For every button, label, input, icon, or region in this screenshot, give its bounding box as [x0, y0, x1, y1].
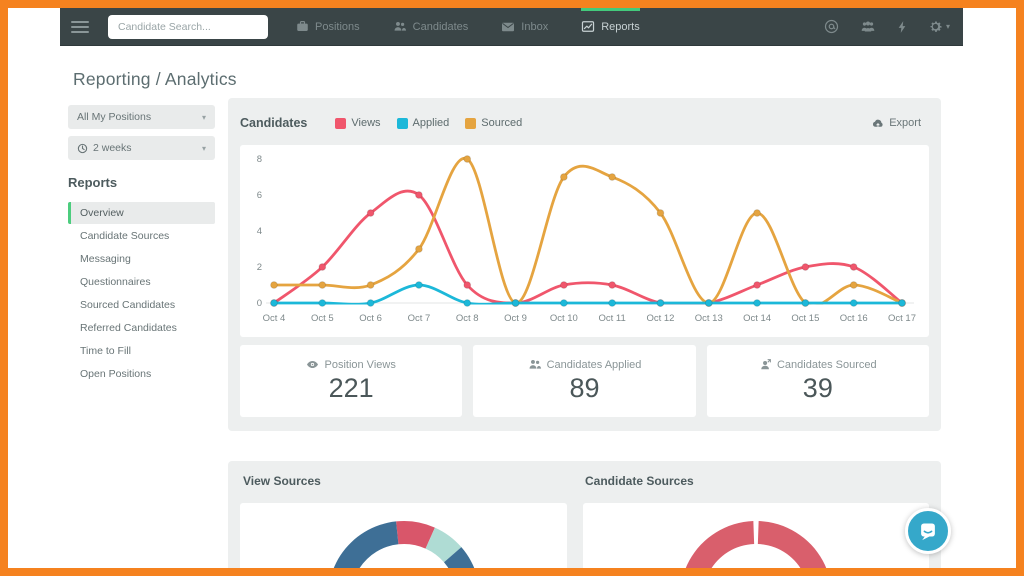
- stat-label: Candidates Applied: [546, 358, 642, 371]
- stat-card-candidates-applied: Candidates Applied 89: [473, 345, 696, 417]
- reports-list: Overview Candidate Sources Messaging Questi…: [68, 202, 215, 385]
- candidate-sources-card: [583, 503, 929, 576]
- chart-legend: Views Applied Sourced: [335, 117, 522, 129]
- app-window: Positions Candidates Inbox Reports ▾ Report…: [0, 0, 1024, 576]
- overview-panel: Candidates Views Applied Sourced Export 0 2…: [228, 98, 941, 431]
- nav-items: Positions Candidates Inbox Reports: [296, 8, 640, 45]
- gear-button[interactable]: ▾: [928, 19, 950, 34]
- stat-card-candidates-sourced: Candidates Sourced 39: [706, 345, 929, 417]
- cloud-export-icon: [873, 119, 883, 127]
- at-icon: [824, 19, 839, 34]
- legend-title: Candidates: [240, 116, 308, 130]
- sidebar-item-questionnaires[interactable]: Questionnaires: [68, 271, 215, 293]
- top-navbar: Positions Candidates Inbox Reports ▾: [60, 8, 963, 46]
- team-icon: [860, 20, 876, 34]
- eye-icon: [306, 359, 319, 370]
- svg-text:Oct 12: Oct 12: [646, 313, 674, 324]
- stats-row: Position Views 221 Candidates Applied 89 Can…: [240, 345, 929, 417]
- clock-icon: [77, 143, 88, 154]
- svg-text:Oct 16: Oct 16: [840, 313, 868, 324]
- candidate-sources-title: Candidate Sources: [585, 474, 694, 488]
- svg-text:Oct 7: Oct 7: [408, 313, 431, 324]
- candidate-sources-donut-chart: [683, 521, 829, 576]
- stat-value: 39: [802, 373, 833, 403]
- svg-text:Oct 9: Oct 9: [504, 313, 527, 324]
- stat-card-position-views: Position Views 221: [240, 345, 463, 417]
- sidebar-item-candidate-sources[interactable]: Candidate Sources: [68, 225, 215, 247]
- svg-text:Oct 8: Oct 8: [456, 313, 479, 324]
- chevron-down-icon: ▾: [201, 143, 206, 153]
- chat-widget-button[interactable]: [905, 508, 951, 554]
- svg-text:Oct 13: Oct 13: [695, 313, 723, 324]
- legend-item-sourced: Sourced: [465, 117, 522, 129]
- page-title: Reporting / Analytics: [73, 68, 237, 89]
- gear-icon: [928, 19, 943, 34]
- lightning-icon: [897, 20, 907, 34]
- candidate-search-input[interactable]: [108, 15, 268, 39]
- chevron-down-icon: ▾: [201, 112, 206, 122]
- view-sources-card: [240, 503, 567, 576]
- candidates-line-chart: 0 2 4 6 8 Oct 4 Oct 5 Oct 6 Oct 7 Oct 8 Oct 9 Oct 1…: [257, 154, 916, 324]
- svg-text:Oct 4: Oct 4: [263, 313, 286, 324]
- candidates-line-chart-card: 0 2 4 6 8 Oct 4 Oct 5 Oct 6 Oct 7 Oct 8 Oct 9 Oct 1…: [240, 145, 929, 337]
- nav-item-reports[interactable]: Reports: [581, 8, 640, 45]
- sidebar-item-referred-candidates[interactable]: Referred Candidates: [68, 317, 215, 339]
- svg-text:Oct 5: Oct 5: [311, 313, 334, 324]
- chart-header: Candidates Views Applied Sourced Export: [240, 110, 927, 136]
- stat-label: Candidates Sourced: [776, 358, 877, 371]
- legend-swatch: [335, 117, 347, 129]
- legend-item-applied: Applied: [396, 117, 449, 129]
- nav-utility-icons: ▾: [824, 8, 950, 45]
- sidebar-item-open-positions[interactable]: Open Positions: [68, 363, 215, 385]
- filter-dropdown-2-weeks[interactable]: 2 weeks ▾: [68, 136, 215, 160]
- svg-text:0: 0: [257, 298, 262, 309]
- series-views: [272, 189, 904, 305]
- sidebar-item-overview[interactable]: Overview: [68, 202, 215, 224]
- reports-heading: Reports: [68, 175, 118, 190]
- team-button[interactable]: [860, 20, 876, 34]
- svg-text:4: 4: [257, 226, 262, 237]
- users-icon: [393, 20, 407, 33]
- legend-swatch: [465, 117, 477, 129]
- user-sourced-icon: [759, 358, 772, 371]
- stat-label: Position Views: [324, 358, 396, 371]
- lightning-button[interactable]: [897, 20, 907, 34]
- chevron-down-icon: ▾: [945, 22, 950, 31]
- svg-text:8: 8: [257, 154, 262, 165]
- chart-icon: [581, 20, 595, 33]
- export-button[interactable]: Export: [865, 116, 927, 131]
- at-button[interactable]: [824, 19, 839, 34]
- sidebar-item-messaging[interactable]: Messaging: [68, 248, 215, 270]
- hamburger-menu-icon[interactable]: [71, 8, 89, 45]
- nav-item-candidates[interactable]: Candidates: [393, 8, 468, 45]
- sources-panel: View Sources Candidate Sources: [228, 461, 941, 576]
- sidebar-filters: All My Positions ▾ 2 weeks ▾: [68, 105, 215, 160]
- briefcase-icon: [296, 20, 309, 33]
- users-icon: [528, 358, 542, 371]
- svg-text:Oct 14: Oct 14: [743, 313, 771, 324]
- svg-text:Oct 11: Oct 11: [599, 313, 626, 324]
- legend-item-views: Views: [335, 117, 381, 129]
- svg-text:2: 2: [257, 262, 262, 273]
- sidebar: All My Positions ▾ 2 weeks ▾ Reports Overvi…: [68, 105, 215, 386]
- stat-value: 221: [328, 372, 374, 403]
- svg-text:Oct 10: Oct 10: [550, 313, 578, 324]
- envelope-icon: [501, 21, 515, 33]
- stat-value: 89: [569, 373, 600, 403]
- svg-text:Oct 17: Oct 17: [888, 313, 916, 324]
- svg-text:Oct 15: Oct 15: [791, 313, 819, 324]
- nav-item-inbox[interactable]: Inbox: [501, 8, 548, 45]
- svg-text:6: 6: [257, 190, 262, 201]
- view-sources-title: View Sources: [243, 474, 321, 488]
- chat-bubble-icon: [921, 523, 935, 541]
- sidebar-item-time-to-fill[interactable]: Time to Fill: [68, 340, 215, 362]
- svg-text:Oct 6: Oct 6: [359, 313, 382, 324]
- view-sources-donut-chart: [330, 521, 477, 576]
- nav-item-positions[interactable]: Positions: [296, 8, 360, 45]
- sidebar-item-sourced-candidates[interactable]: Sourced Candidates: [68, 294, 215, 316]
- legend-swatch: [396, 117, 408, 129]
- filter-dropdown-all-my-positions[interactable]: All My Positions ▾: [68, 105, 215, 129]
